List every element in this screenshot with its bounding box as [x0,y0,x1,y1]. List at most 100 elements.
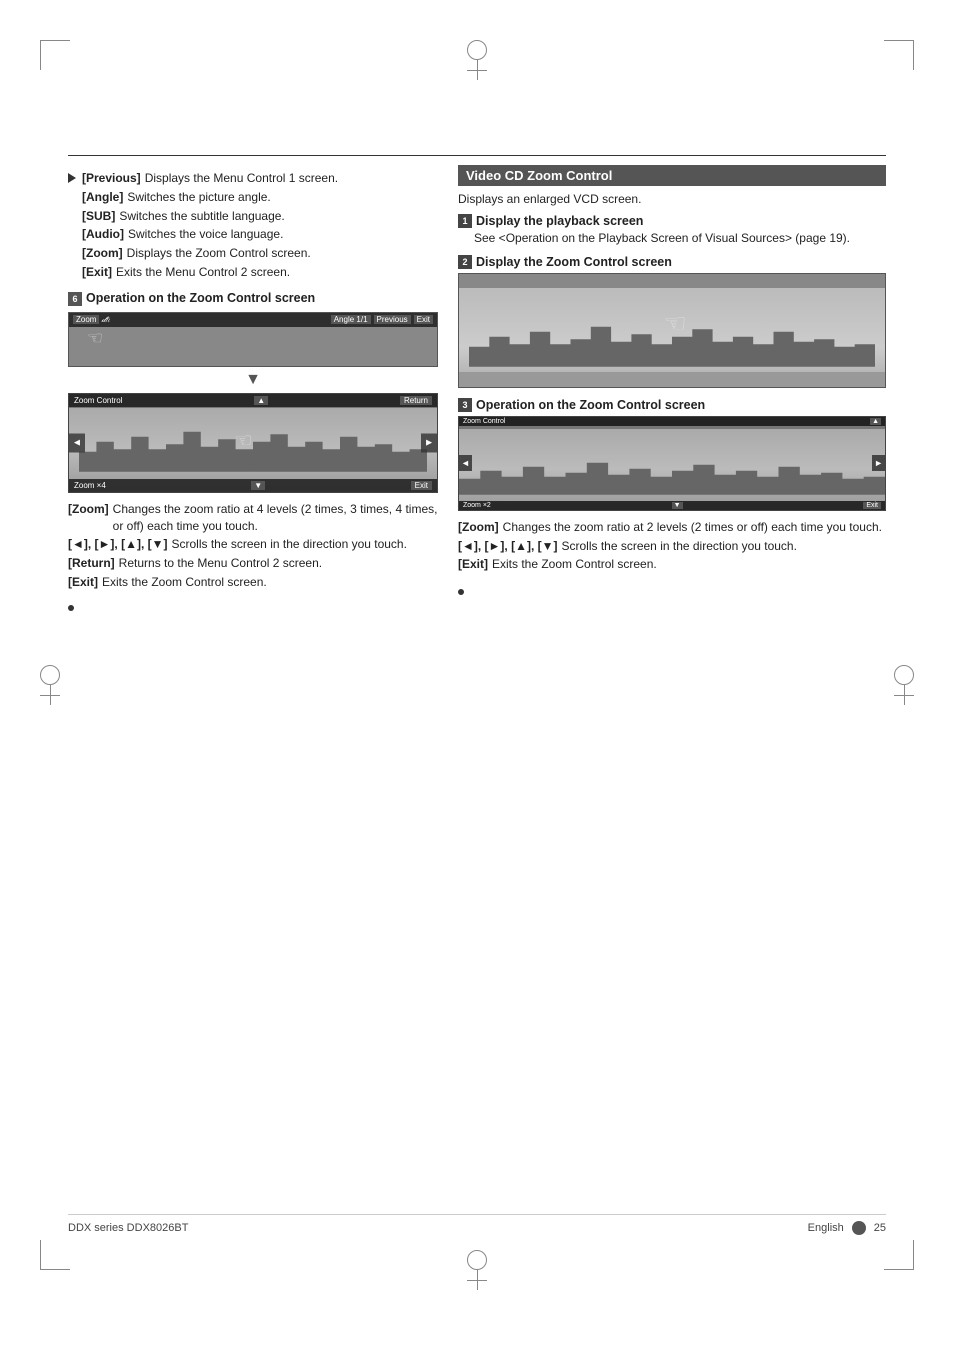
s3-exit-item: [Exit] Exits the Zoom Control screen. [458,556,886,573]
page-number: 25 [874,1222,886,1234]
left-bottom-bullet [68,599,438,614]
key-zoom-displays: [Zoom] [82,245,123,262]
footer-right: English 25 [808,1221,886,1235]
step3-down-btn[interactable]: ▼ [672,502,683,509]
s3-zoom-item: [Zoom] Changes the zoom ratio at 2 level… [458,519,886,536]
footer-left-text: DDX series DDX8026BT [68,1222,188,1234]
zoom-ctrl-right-btn[interactable]: ► [421,433,437,452]
zoom-ctrl-up-btn[interactable]: ▲ [254,396,268,405]
item-angle: [Angle] Switches the picture angle. [82,189,338,206]
hand-cursor-icon: ☜ [87,328,103,349]
section6-header: 6 Operation on the Zoom Control screen [68,291,438,306]
text-exit-menu: Exits the Menu Control 2 screen. [116,264,290,281]
step3-exit-btn[interactable]: Exit [863,502,881,509]
step3-title: Operation on the Zoom Control screen [476,398,705,412]
s6-zoom-text: Changes the zoom ratio at 4 levels (2 ti… [113,501,438,535]
corner-mark-bl [40,1240,70,1270]
step3-header: 3 Operation on the Zoom Control screen [458,398,886,412]
zoom-ctrl-return-btn[interactable]: Return [400,396,432,405]
text-sub: Switches the subtitle language. [119,208,284,225]
s6-exit-key: [Exit] [68,574,98,591]
key-previous: [Previous] [82,170,141,187]
s3-arrows-key: [◄], [►], [▲], [▼] [458,538,557,555]
step2-title: Display the Zoom Control screen [476,255,672,269]
columns: [Previous] Displays the Menu Control 1 s… [68,165,886,614]
step3-num: 3 [458,398,472,412]
s3-zoom-key: [Zoom] [458,519,499,536]
step3-right-btn[interactable]: ► [872,455,885,471]
s3-zoom-text: Changes the zoom ratio at 2 levels (2 ti… [503,519,882,536]
zoom-screenshot-top: Zoom 𝒹ℏ Angle 1/1 Previous Exit ☜ [68,312,438,367]
text-zoom-displays: Displays the Zoom Control screen. [127,245,311,262]
zoom-ui-exit-btn-top[interactable]: Exit [414,315,433,324]
s6-zoom-item: [Zoom] Changes the zoom ratio at 4 level… [68,501,438,535]
step2-header: 2 Display the Zoom Control screen [458,255,886,269]
right-bottom-bullet [458,583,886,598]
s3-arrows-text: Scrolls the screen in the direction you … [561,538,796,555]
step3-up-btn[interactable]: ▲ [870,418,881,425]
s6-zoom-key: [Zoom] [68,501,109,535]
section6-items: [Zoom] Changes the zoom ratio at 4 level… [68,501,438,591]
step2-screenshot: ☜ [458,273,886,388]
key-audio: [Audio] [82,226,124,243]
bullet-triangle [68,173,76,183]
step2-hand-cursor: ☜ [663,308,686,339]
left-column: [Previous] Displays the Menu Control 1 s… [68,165,438,614]
section6-title: Operation on the Zoom Control screen [86,291,315,305]
text-previous: Displays the Menu Control 1 screen. [145,170,338,187]
s3-exit-key: [Exit] [458,556,488,573]
step3-left-btn[interactable]: ◄ [459,455,472,471]
s3-arrows-item: [◄], [►], [▲], [▼] Scrolls the screen in… [458,538,886,555]
step2-num: 2 [458,255,472,269]
key-exit-menu: [Exit] [82,264,112,281]
key-sub: [SUB] [82,208,115,225]
s3-exit-text: Exits the Zoom Control screen. [492,556,657,573]
item-previous: [Previous] Displays the Menu Control 1 s… [82,170,338,187]
s6-exit-text: Exits the Zoom Control screen. [102,574,267,591]
s6-arrows-item: [◄], [►], [▲], [▼] Scrolls the screen in… [68,536,438,553]
arrow-down-indicator: ▼ [68,371,438,389]
vcd-subtitle: Displays an enlarged VCD screen. [458,192,886,206]
text-angle: Switches the picture angle. [127,189,270,206]
step3-zoom-ctrl-label: Zoom Control [463,418,505,425]
zoom-ctrl-label: Zoom Control [74,396,122,405]
zoom-ui-previous-btn[interactable]: Previous [374,315,411,324]
s6-return-item: [Return] Returns to the Menu Control 2 s… [68,555,438,572]
zoom-ui-angle-btn[interactable]: Angle 1/1 [331,315,371,324]
zoom-ctrl-down-btn[interactable]: ▼ [251,481,265,490]
crosshair-bottom [467,1250,487,1270]
step1-header: 1 Display the playback screen [458,214,886,228]
s6-arrows-key: [◄], [►], [▲], [▼] [68,536,167,553]
step1-title: Display the playback screen [476,214,643,228]
section6-num: 6 [68,292,82,306]
hand-cursor-zoom: ☜ [235,428,253,453]
s6-arrows-text: Scrolls the screen in the direction you … [171,536,406,553]
s6-return-text: Returns to the Menu Control 2 screen. [119,555,322,572]
crosshair-top [467,40,487,60]
item-zoom-displays: [Zoom] Displays the Zoom Control screen. [82,245,338,262]
page: [Previous] Displays the Menu Control 1 s… [0,0,954,1350]
zoom-ui-zoom-label: Zoom [73,315,99,324]
step3-screenshot: Zoom Control ▲ ◄ ► Zoom ×2 ▼ Exit [458,416,886,511]
left-items-block: [Previous] Displays the Menu Control 1 s… [82,170,338,285]
item-audio: [Audio] Switches the voice language. [82,226,338,243]
footer-language: English [808,1222,844,1234]
step1-num: 1 [458,214,472,228]
zoom-ctrl-exit-btn[interactable]: Exit [411,481,432,490]
zoom-ctrl-left-btn[interactable]: ◄ [69,433,85,452]
corner-mark-tl [40,40,70,70]
crosshair-right [894,665,914,685]
crosshair-left [40,665,60,685]
s6-return-key: [Return] [68,555,115,572]
zoom-ctrl-zoom-x4: Zoom ×4 [74,481,106,490]
step3-zoom-x2: Zoom ×2 [463,502,491,509]
zoom-ui-hand-label: 𝒹ℏ [101,315,109,325]
item-exit-menu: [Exit] Exits the Menu Control 2 screen. [82,264,338,281]
s6-exit-item: [Exit] Exits the Zoom Control screen. [68,574,438,591]
step2-water [459,372,885,387]
zoom-control-screenshot: Zoom Control ▲ Return ◄ ► ☜ Zoom ×4 [68,393,438,493]
page-number-circle [852,1221,866,1235]
key-angle: [Angle] [82,189,123,206]
footer: DDX series DDX8026BT English 25 [68,1214,886,1235]
step3-items: [Zoom] Changes the zoom ratio at 2 level… [458,519,886,573]
